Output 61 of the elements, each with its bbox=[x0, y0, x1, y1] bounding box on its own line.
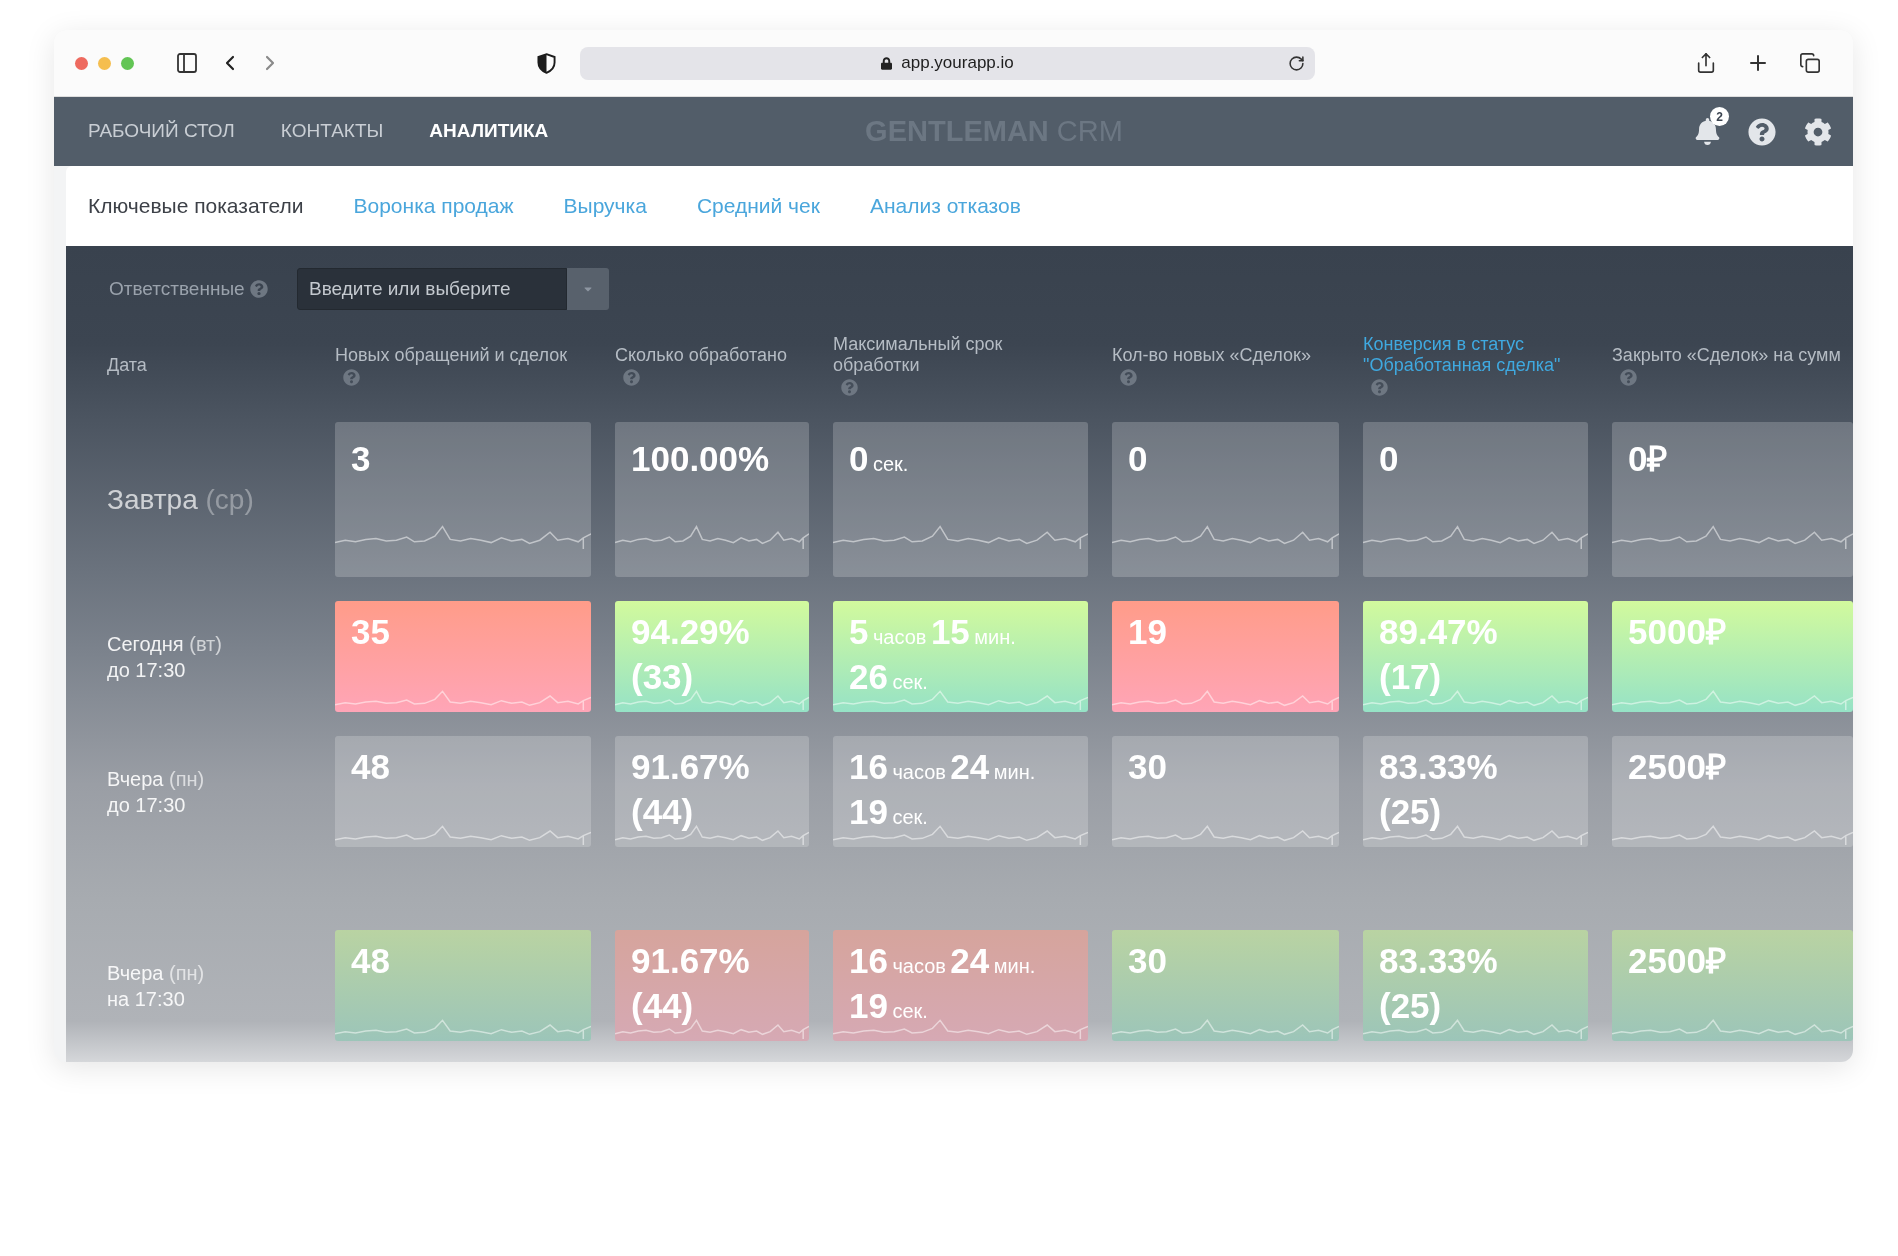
column-header: Максимальный срок обработки bbox=[833, 334, 1003, 376]
filter-label: Ответственные bbox=[109, 276, 245, 301]
metric-value: 0 bbox=[1379, 438, 1399, 480]
address-bar[interactable]: app.yourapp.io bbox=[580, 46, 1315, 80]
share-icon[interactable] bbox=[1695, 51, 1717, 75]
date-label: Сегодня (вт) bbox=[107, 631, 223, 657]
date-label: Вчера (пн) bbox=[107, 766, 206, 792]
help-icon[interactable] bbox=[249, 280, 268, 298]
column-header: Кол-во новых «Сделок» bbox=[1112, 344, 1311, 366]
metric-value: 3 bbox=[351, 438, 371, 480]
metric-value: 30 bbox=[1128, 942, 1167, 982]
minimize-window-icon[interactable] bbox=[98, 56, 111, 70]
column-header: Новых обращений и сделок bbox=[335, 344, 568, 366]
help-icon[interactable] bbox=[1748, 117, 1776, 146]
metric-value: 48 bbox=[351, 748, 390, 788]
metric-value: 35 bbox=[351, 613, 390, 653]
column-header: Сколько обработано bbox=[615, 344, 787, 366]
nav-item[interactable]: АНАЛИТИКА bbox=[429, 117, 549, 146]
metric-value: 0 bbox=[1128, 438, 1148, 480]
close-window-icon[interactable] bbox=[75, 56, 88, 70]
sidebar-icon[interactable] bbox=[174, 51, 200, 75]
nav-item[interactable]: РАБОЧИЙ СТОЛ bbox=[88, 117, 235, 146]
metric-value: 100.00% bbox=[631, 438, 770, 480]
lock-icon bbox=[881, 56, 893, 70]
tab[interactable]: Анализ отказов bbox=[869, 190, 1021, 222]
metric-value: 91.67% (44) bbox=[631, 942, 750, 1027]
metric-value: 94.29% (33) bbox=[631, 613, 750, 698]
column-header: Конверсия в статус "Обработанная сделка" bbox=[1363, 334, 1561, 376]
metric-value: 0 сек. bbox=[849, 438, 909, 480]
tabs-icon[interactable] bbox=[1799, 52, 1821, 74]
select-field[interactable]: Введите или выберите bbox=[297, 268, 567, 310]
settings-icon[interactable] bbox=[1804, 117, 1832, 146]
column-header: Закрыто «Сделок» на сумм bbox=[1612, 344, 1841, 366]
metric-value: 91.67% (44) bbox=[631, 748, 750, 833]
metric-value: 30 bbox=[1128, 748, 1167, 788]
metric-value: 5000₽ bbox=[1628, 613, 1726, 653]
reload-icon[interactable] bbox=[1288, 54, 1305, 72]
url-text: app.yourapp.io bbox=[901, 52, 1014, 75]
metric-value: 5 часов 15 мин. 26 сек. bbox=[849, 613, 1016, 698]
column-header: Дата bbox=[107, 353, 148, 377]
tab[interactable]: Выручка bbox=[563, 190, 647, 222]
tab[interactable]: Средний чек bbox=[696, 190, 820, 222]
metric-value: 19 bbox=[1128, 613, 1167, 653]
metric-value: 83.33% (25) bbox=[1379, 942, 1498, 1027]
metric-value: 16 часов 24 мин. 19 сек. bbox=[849, 942, 1036, 1027]
metric-value: 2500₽ bbox=[1628, 942, 1726, 982]
metric-value: 83.33% (25) bbox=[1379, 748, 1498, 833]
metric-value: 16 часов 24 мин. 19 сек. bbox=[849, 748, 1036, 833]
nav-item[interactable]: КОНТАКТЫ bbox=[280, 117, 384, 146]
metric-value: 89.47% (17) bbox=[1379, 613, 1498, 698]
metric-value: 48 bbox=[351, 942, 390, 982]
time-label: до 17:30 bbox=[107, 657, 187, 683]
metric-value: 2500₽ bbox=[1628, 748, 1726, 788]
time-label: на 17:30 bbox=[107, 986, 186, 1012]
tab[interactable]: Ключевые показатели bbox=[88, 190, 304, 222]
shield-icon[interactable] bbox=[537, 52, 556, 74]
zoom-window-icon[interactable] bbox=[121, 56, 134, 70]
tab[interactable]: Воронка продаж bbox=[353, 190, 514, 222]
time-label: до 17:30 bbox=[107, 792, 187, 818]
notification-badge: 2 bbox=[1710, 107, 1729, 126]
metric-value: 0₽ bbox=[1628, 438, 1668, 480]
